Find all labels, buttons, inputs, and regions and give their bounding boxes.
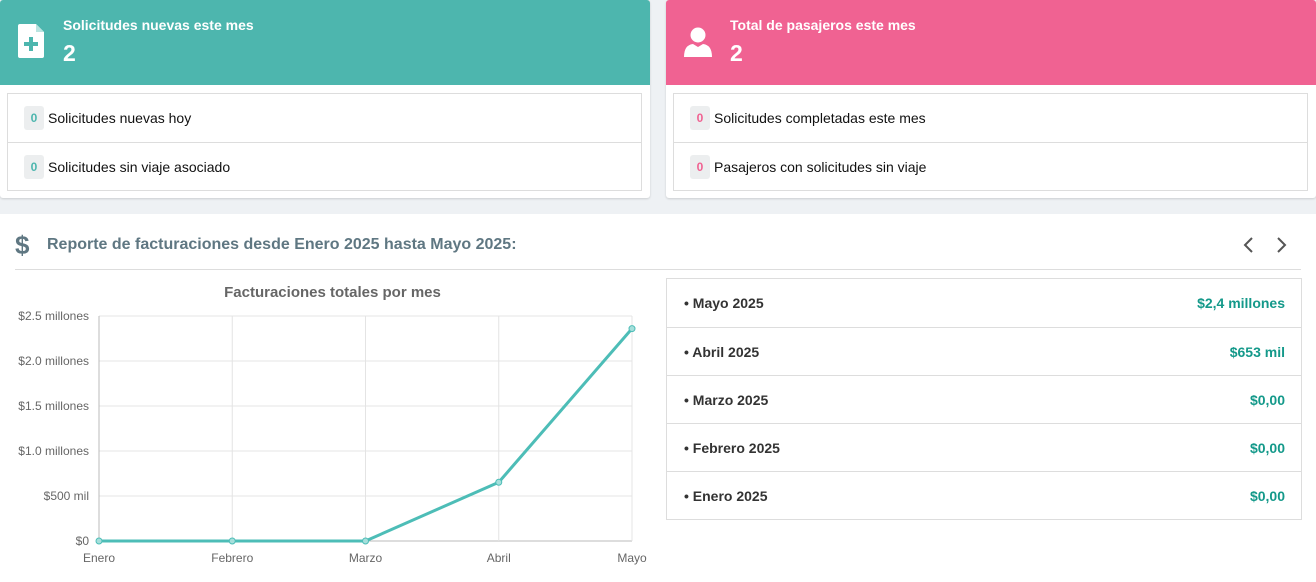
billing-amount: $2,4 millones	[1197, 295, 1285, 311]
chevron-right-icon[interactable]	[1273, 234, 1289, 256]
user-icon	[684, 27, 712, 57]
billing-amount: $0,00	[1249, 439, 1285, 456]
card-value: 2	[63, 40, 76, 66]
list-item-label: Pasajeros con solicitudes sin viaje	[714, 158, 927, 175]
new-requests-card-header: Solicitudes nuevas este mes 2	[0, 0, 650, 85]
billing-row: • Febrero 2025 $0,00	[667, 423, 1301, 471]
count-badge: 0	[24, 154, 44, 179]
data-point	[95, 537, 103, 545]
list-item: 0 Solicitudes nuevas hoy	[8, 94, 641, 142]
y-tick-label: $0	[76, 534, 90, 548]
data-point	[628, 325, 636, 333]
card-value: 2	[730, 40, 743, 66]
billing-list: • Mayo 2025 $2,4 millones • Abril 2025 $…	[666, 278, 1302, 520]
billing-row: • Marzo 2025 $0,00	[667, 375, 1301, 423]
count-badge: 0	[690, 154, 710, 179]
billing-amount: $653 mil	[1229, 343, 1285, 360]
data-point	[228, 537, 236, 545]
billing-month: • Marzo 2025	[684, 391, 769, 408]
dollar-icon: $	[15, 230, 30, 260]
new-requests-card: Solicitudes nuevas este mes 2 0 Solicitu…	[0, 0, 650, 198]
y-tick-label: $2.0 millones	[18, 354, 89, 368]
billing-row: • Enero 2025 $0,00	[667, 471, 1301, 519]
file-plus-icon	[18, 24, 44, 58]
list-item-label: Solicitudes completadas este mes	[714, 110, 926, 126]
billing-row: • Abril 2025 $653 mil	[667, 327, 1301, 375]
billing-month: • Enero 2025	[684, 487, 768, 504]
billing-month: • Febrero 2025	[684, 439, 780, 456]
card-stats-list: 0 Solicitudes nuevas hoy 0 Solicitudes s…	[7, 93, 642, 191]
list-item-label: Solicitudes sin viaje asociado	[48, 158, 231, 175]
y-tick-label: $1.5 millones	[18, 399, 89, 413]
passengers-card-header: Total de pasajeros este mes 2	[666, 0, 1316, 85]
report-header: $ Reporte de facturaciones desde Enero 2…	[15, 214, 1301, 270]
card-title: Total de pasajeros este mes	[730, 17, 916, 33]
count-badge: 0	[690, 106, 710, 130]
x-tick-label: Abril	[487, 551, 511, 565]
data-point	[362, 537, 369, 545]
passengers-card: Total de pasajeros este mes 2 0 Solicitu…	[666, 0, 1316, 198]
billing-month: • Abril 2025	[684, 343, 760, 360]
card-title: Solicitudes nuevas este mes	[63, 17, 254, 33]
data-point	[495, 478, 503, 486]
billing-line-chart: $0 $500 mil $1.0 millones $1.5 millones $2.0…	[18, 309, 647, 565]
y-tick-label: $500 mil	[44, 489, 89, 503]
chevron-left-icon[interactable]	[1241, 234, 1257, 256]
billing-amount: $0,00	[1249, 391, 1285, 408]
report-title: Reporte de facturaciones desde Enero 202…	[47, 236, 517, 253]
x-tick-label: Enero	[83, 551, 115, 565]
card-stats-list: 0 Solicitudes completadas este mes 0 Pas…	[673, 93, 1308, 191]
x-tick-label: Febrero	[211, 551, 253, 565]
list-item: 0 Solicitudes completadas este mes	[674, 94, 1307, 142]
list-item-label: Solicitudes nuevas hoy	[48, 110, 192, 126]
list-item: 0 Solicitudes sin viaje asociado	[8, 142, 641, 190]
list-item: 0 Pasajeros con solicitudes sin viaje	[674, 142, 1307, 190]
billing-month: • Mayo 2025	[684, 295, 764, 311]
y-tick-label: $2.5 millones	[18, 309, 89, 323]
x-tick-label: Marzo	[349, 551, 383, 565]
chart-title: Facturaciones totales por mes	[224, 284, 441, 301]
billing-report-panel: $ Reporte de facturaciones desde Enero 2…	[0, 214, 1316, 582]
y-tick-label: $1.0 millones	[18, 444, 89, 458]
x-tick-label: Mayo	[617, 551, 647, 565]
billing-amount: $0,00	[1249, 487, 1285, 504]
billing-row: • Mayo 2025 $2,4 millones	[667, 279, 1301, 327]
count-badge: 0	[24, 106, 44, 130]
